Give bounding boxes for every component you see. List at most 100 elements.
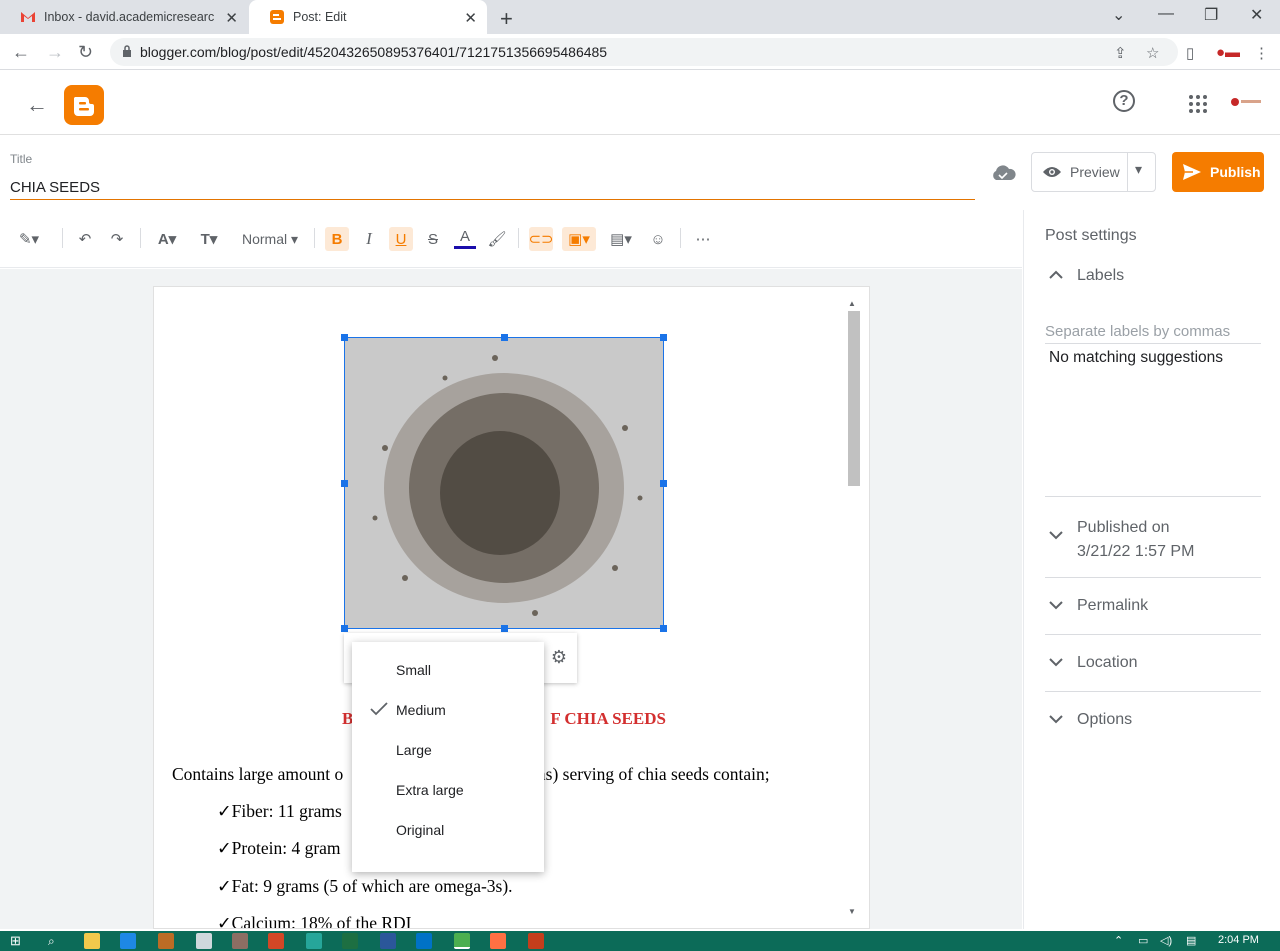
new-tab-icon[interactable]: + [500, 6, 513, 32]
browser-tab-gmail[interactable]: Inbox - david.academicresearche ✕ [0, 0, 248, 34]
cloud-saved-icon [993, 165, 1016, 180]
insert-image-icon[interactable]: ▣▾ [562, 227, 596, 251]
file-explorer-icon[interactable] [84, 933, 100, 949]
blogger-logo[interactable] [64, 85, 104, 125]
close-window-icon[interactable]: ✕ [1250, 5, 1263, 25]
reload-icon[interactable]: ↻ [78, 42, 93, 63]
account-avatar[interactable] [1230, 97, 1262, 107]
tab-title: Post: Edit [293, 10, 347, 24]
underline-icon[interactable]: U [389, 227, 413, 251]
search-icon[interactable]: ⌕ [48, 933, 64, 949]
resize-handle[interactable] [660, 480, 667, 487]
clock[interactable]: 2:04 PM [1218, 934, 1259, 946]
profile-avatar[interactable]: ●▬ [1216, 44, 1240, 61]
permalink-section[interactable]: Permalink [1045, 597, 1261, 615]
browser-tab-strip: Inbox - david.academicresearche ✕ Post: … [0, 0, 1280, 34]
more-options-icon[interactable]: ⋯ [692, 227, 714, 251]
preview-button[interactable]: Preview ▾ [1031, 152, 1156, 192]
resize-handle[interactable] [501, 625, 508, 632]
font-size-icon[interactable]: T▾ [194, 227, 224, 251]
tray-chevron-icon[interactable]: ⌃ [1114, 934, 1123, 947]
app-icon[interactable] [232, 933, 248, 949]
highlight-icon[interactable]: 🖌 [486, 227, 508, 251]
help-icon[interactable]: ? [1113, 90, 1135, 112]
compose-mode-icon[interactable]: ✎▾ [12, 227, 46, 251]
back-icon[interactable]: ← [12, 42, 30, 63]
preview-dropdown-icon[interactable]: ▾ [1135, 161, 1142, 178]
size-option-original[interactable]: Original [352, 810, 544, 850]
labels-input[interactable] [1045, 320, 1261, 344]
share-icon[interactable]: ⇪ [1114, 44, 1127, 62]
resize-handle[interactable] [660, 625, 667, 632]
size-option-small[interactable]: Small [352, 650, 544, 690]
url-field[interactable]: blogger.com/blog/post/edit/4520432650895… [110, 38, 1178, 66]
size-option-extra-large[interactable]: Extra large [352, 770, 544, 810]
app-icon[interactable] [306, 933, 322, 949]
send-icon [1183, 164, 1201, 180]
excel-icon[interactable] [342, 933, 358, 949]
resize-handle[interactable] [501, 334, 508, 341]
url-text: blogger.com/blog/post/edit/4520432650895… [140, 44, 608, 60]
paragraph-style-select[interactable]: Normal ▾ [236, 227, 304, 251]
resize-handle[interactable] [341, 625, 348, 632]
resize-handle[interactable] [341, 334, 348, 341]
insert-video-icon[interactable]: ▤▾ [606, 227, 636, 251]
text-color-icon[interactable]: A [454, 227, 476, 249]
resize-handle[interactable] [341, 480, 348, 487]
strikethrough-icon[interactable]: S [422, 227, 444, 251]
windows-start-icon[interactable]: ⊞ [10, 933, 26, 949]
back-arrow-icon[interactable]: ← [26, 92, 48, 118]
italic-icon[interactable]: I [358, 227, 380, 251]
gear-icon[interactable]: ⚙ [551, 647, 567, 668]
font-icon[interactable]: A▾ [152, 227, 182, 251]
browser-tab-blogger[interactable]: Post: Edit ✕ [249, 0, 487, 34]
link-icon[interactable]: ⊂⊃ [528, 227, 554, 251]
options-section[interactable]: Options [1045, 711, 1261, 729]
bookmark-star-icon[interactable]: ☆ [1146, 44, 1159, 62]
close-tab-icon[interactable]: ✕ [464, 9, 477, 27]
list-item: ✓Protein: 4 gram [217, 838, 341, 858]
resize-handle[interactable] [660, 334, 667, 341]
apps-grid-icon[interactable] [1189, 95, 1207, 113]
location-section[interactable]: Location [1045, 654, 1261, 672]
network-icon[interactable]: ▭ [1138, 934, 1148, 947]
forward-icon[interactable]: → [46, 42, 64, 63]
chrome-icon[interactable] [454, 933, 470, 949]
outlook-icon[interactable] [416, 933, 432, 949]
windows-taskbar: ⊞ ⌕ ⌃ ▭ ◁) ▤ 2:04 PM [0, 931, 1280, 951]
published-on-section[interactable]: Published on 3/21/22 1:57 PM [1045, 516, 1261, 564]
bold-icon[interactable]: B [325, 227, 349, 251]
image-size-menu: Small Medium Large Extra large Original [352, 642, 544, 872]
publish-button[interactable]: Publish [1172, 152, 1264, 192]
tab-search-icon[interactable]: ⌄ [1112, 5, 1125, 25]
edge-icon[interactable] [120, 933, 136, 949]
editor-scrollbar[interactable]: ▲ ▼ [846, 299, 860, 919]
word-icon[interactable] [380, 933, 396, 949]
side-panel-icon[interactable]: ▯ [1186, 44, 1194, 62]
close-tab-icon[interactable]: ✕ [225, 9, 238, 27]
size-option-medium[interactable]: Medium [352, 690, 544, 730]
firefox-icon[interactable] [490, 933, 506, 949]
scroll-up-icon[interactable]: ▲ [848, 299, 856, 308]
selected-image[interactable] [344, 337, 664, 629]
powerpoint-icon[interactable] [268, 933, 284, 949]
title-input[interactable] [10, 176, 975, 200]
emoji-icon[interactable]: ☺ [646, 227, 670, 251]
app-icon[interactable] [158, 933, 174, 949]
labels-section-header[interactable]: Labels [1045, 267, 1261, 285]
notification-icon[interactable]: ▤ [1186, 934, 1196, 947]
scroll-down-icon[interactable]: ▼ [848, 907, 856, 916]
app-icon[interactable] [528, 933, 544, 949]
size-option-large[interactable]: Large [352, 730, 544, 770]
calculator-icon[interactable] [196, 933, 212, 949]
volume-icon[interactable]: ◁) [1160, 934, 1172, 947]
menu-kebab-icon[interactable]: ⋮ [1254, 44, 1269, 62]
undo-icon[interactable]: ↶ [74, 227, 96, 251]
redo-icon[interactable]: ↷ [106, 227, 128, 251]
scroll-thumb[interactable] [848, 311, 860, 486]
minimize-icon[interactable]: — [1158, 5, 1174, 23]
restore-icon[interactable]: ❐ [1204, 5, 1218, 25]
format-toolbar: ✎▾ ↶ ↷ A▾ T▾ Normal ▾ B I U S A 🖌 ⊂⊃ ▣▾ … [0, 210, 1022, 268]
no-suggestions-text: No matching suggestions [1049, 349, 1224, 366]
blogger-icon [270, 10, 284, 24]
